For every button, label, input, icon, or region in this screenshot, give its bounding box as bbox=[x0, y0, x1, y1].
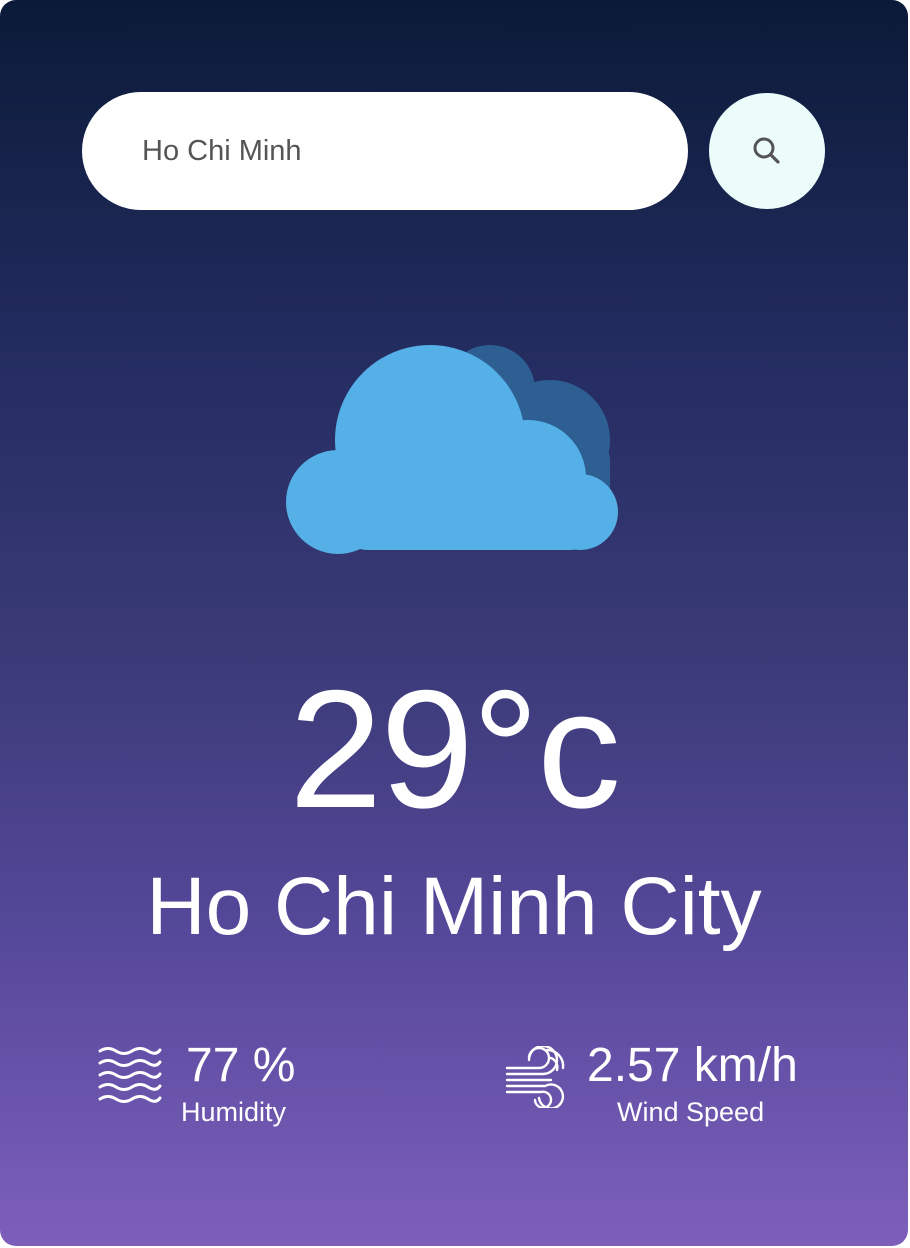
wind-speed-value: 2.57 km/h bbox=[587, 1039, 798, 1092]
humidity-waves-icon bbox=[98, 1047, 162, 1103]
search-button[interactable] bbox=[709, 93, 825, 209]
humidity-stat: 77 % Humidity bbox=[98, 1040, 358, 1140]
weather-card: 29°c Ho Chi Minh City 77 % Humidity bbox=[0, 0, 908, 1246]
search-input[interactable] bbox=[82, 92, 688, 210]
city-name: Ho Chi Minh City bbox=[146, 861, 762, 952]
wind-icon bbox=[505, 1046, 565, 1108]
humidity-value: 77 % bbox=[186, 1039, 296, 1092]
wind-speed-label: Wind Speed bbox=[617, 1097, 765, 1127]
wind-stat: 2.57 km/h Wind Speed bbox=[505, 1040, 825, 1140]
search-icon bbox=[753, 137, 780, 164]
humidity-label: Humidity bbox=[181, 1097, 287, 1127]
search-bar bbox=[82, 92, 826, 210]
temperature: 29°c bbox=[288, 655, 621, 843]
cloud-icon bbox=[286, 345, 618, 554]
